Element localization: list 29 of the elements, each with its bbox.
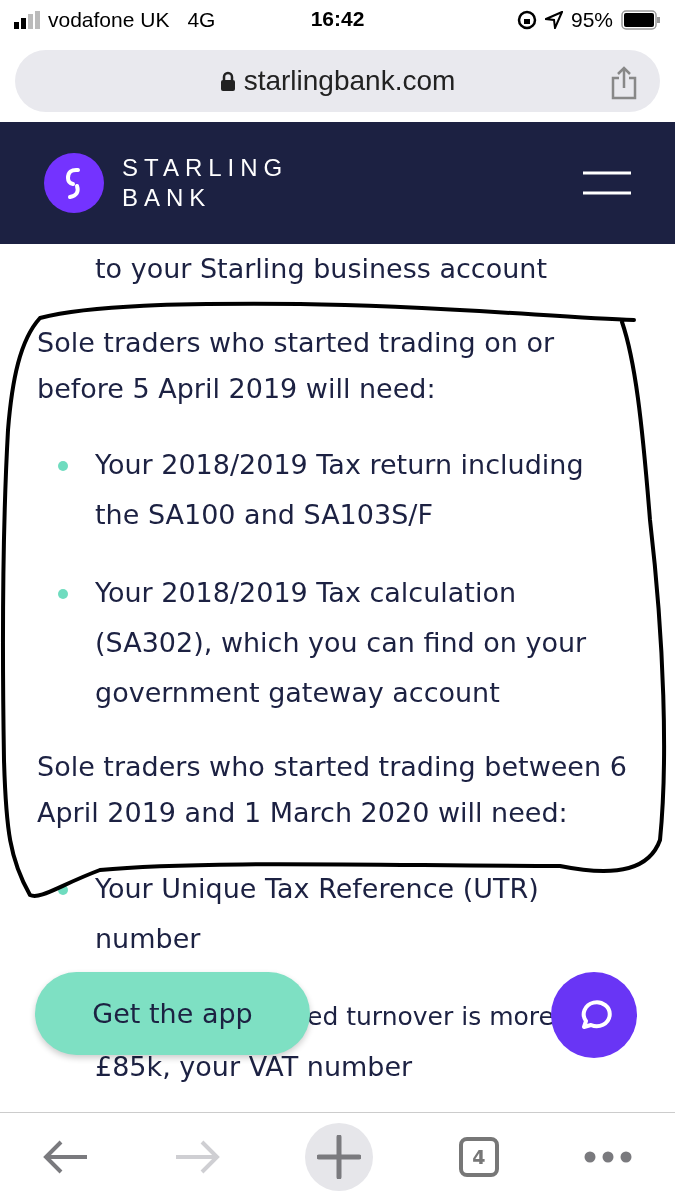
logo-text: BANK <box>122 183 213 213</box>
battery-icon <box>621 10 661 30</box>
bullet-icon <box>58 885 68 895</box>
get-app-button[interactable]: Get the app <box>35 972 310 1055</box>
network-type: 4G <box>187 8 216 32</box>
menu-icon[interactable] <box>583 171 631 195</box>
address-bar[interactable]: starlingbank.com <box>15 50 660 112</box>
list-item-text: ed turnover is more <box>307 1002 554 1031</box>
carrier-name: vodafone UK <box>48 8 170 32</box>
share-icon[interactable] <box>610 66 638 100</box>
logo-text: STARLING <box>122 153 289 183</box>
list-item-text: Your 2018/2019 Tax return including the SA100 and SA103S/F <box>95 448 585 532</box>
signal-icon <box>14 11 40 29</box>
clock-time: 16:42 <box>310 7 365 31</box>
logo-icon[interactable] <box>44 153 104 213</box>
list-item-text: to your Starling business account <box>94 252 548 286</box>
tabs-button[interactable]: 4 <box>458 1137 499 1177</box>
more-icon[interactable] <box>584 1151 633 1163</box>
paragraph: Sole traders who started trading on or before 5 April 2019 will need: <box>37 326 556 406</box>
list-item-text: Your 2018/2019 Tax calculation (SA302), which you can find on your government gateway account <box>95 576 588 710</box>
paragraph: Sole traders who started trading between 6 April 2019 and 1 March 2020 will need: <box>37 750 628 830</box>
bullet-icon <box>58 461 68 471</box>
back-button[interactable] <box>42 1139 89 1175</box>
lock-icon <box>219 71 236 91</box>
battery-percentage: 95% <box>570 8 613 32</box>
rotation-lock-icon <box>516 10 537 30</box>
bullet-icon <box>58 589 68 599</box>
location-arrow-icon <box>544 11 563 29</box>
list-item-text: Your Unique Tax Reference (UTR) number <box>95 872 540 956</box>
